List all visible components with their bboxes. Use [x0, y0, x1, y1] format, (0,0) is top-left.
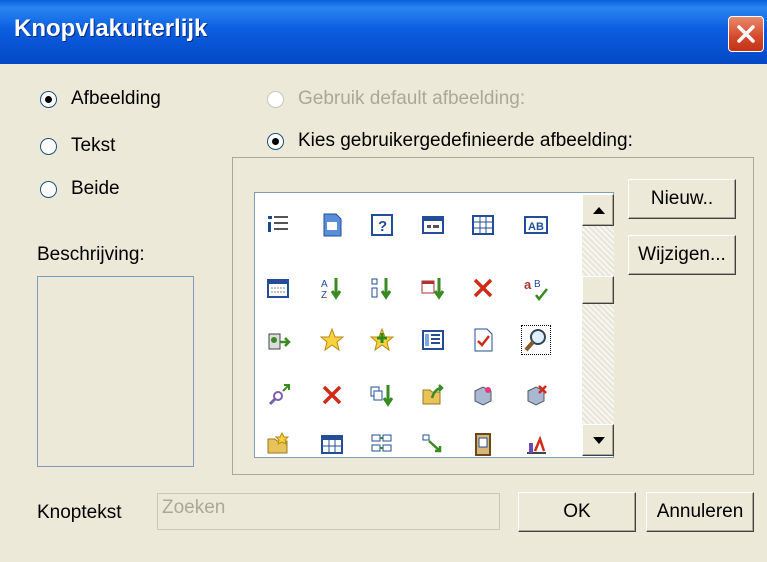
close-button[interactable]: [728, 16, 764, 52]
radio-beide[interactable]: Beide: [40, 178, 120, 200]
icon-picker[interactable]: ? AB A Za B: [254, 192, 614, 458]
dialog-window: Knopvlakuiterlijk Afbeelding Tekst Beide…: [0, 0, 767, 562]
vertical-scrollbar[interactable]: [582, 194, 614, 456]
svg-text:A: A: [321, 279, 328, 290]
open-folder-icon[interactable]: [420, 382, 446, 408]
beschrijving-label: Beschrijving:: [37, 244, 145, 265]
help-icon[interactable]: ?: [369, 212, 395, 238]
knoptekst-label: Knoptekst: [37, 502, 122, 523]
form-icon[interactable]: [420, 212, 446, 238]
sort-az-icon[interactable]: AZ: [319, 275, 345, 301]
star-icon[interactable]: [319, 327, 345, 353]
radio-label: Gebruik default afbeelding:: [298, 88, 526, 109]
door-icon[interactable]: [470, 431, 496, 457]
cube-icon[interactable]: [470, 382, 496, 408]
textbox-icon[interactable]: AB: [523, 212, 549, 238]
scroll-thumb[interactable]: [582, 276, 614, 304]
radio-dot: [40, 137, 57, 155]
delete-icon[interactable]: [470, 275, 496, 301]
checked-document-icon[interactable]: [470, 327, 496, 353]
svg-text:Z: Z: [321, 290, 327, 301]
radio-label: Afbeelding: [71, 88, 161, 109]
grid-icon[interactable]: [470, 212, 496, 238]
export-icon[interactable]: [265, 327, 291, 353]
cube-delete-icon[interactable]: [523, 382, 549, 408]
radio-label: Beide: [71, 178, 120, 199]
svg-text:B: B: [534, 279, 541, 290]
table-icon[interactable]: [319, 431, 345, 457]
arrow-up-icon: [593, 207, 605, 214]
window-title: Knopvlakuiterlijk: [14, 15, 208, 42]
title-bar[interactable]: Knopvlakuiterlijk: [0, 0, 767, 64]
sort-descending-icon[interactable]: [369, 275, 395, 301]
move-icon[interactable]: [369, 431, 395, 457]
search-icon[interactable]: [521, 325, 551, 355]
radio-dot: [267, 90, 284, 108]
wijzigen-button[interactable]: Wijzigen...: [628, 235, 736, 275]
radio-custom-afbeelding[interactable]: Kies gebruikergedefinieerde afbeelding:: [267, 130, 633, 152]
scroll-up-button[interactable]: [582, 194, 614, 226]
svg-text:AB: AB: [528, 221, 544, 233]
folder-star-icon[interactable]: [265, 431, 291, 457]
beschrijving-box: [37, 276, 194, 467]
radio-label: Tekst: [71, 135, 116, 156]
delete-icon[interactable]: [319, 382, 345, 408]
link-icon[interactable]: [265, 382, 291, 408]
spelling-icon[interactable]: aB: [523, 275, 549, 302]
nieuw-button[interactable]: Nieuw..: [628, 179, 736, 219]
arrow-down-icon: [593, 437, 605, 444]
radio-dot: [267, 132, 284, 150]
indent-icon[interactable]: [265, 212, 291, 238]
list-view-icon[interactable]: [420, 327, 446, 353]
chart-icon[interactable]: [523, 431, 549, 457]
radio-tekst[interactable]: Tekst: [40, 135, 115, 157]
copy-sort-icon[interactable]: [369, 382, 395, 408]
radio-dot: [40, 90, 57, 108]
star-add-icon[interactable]: [369, 327, 395, 353]
date-sort-icon[interactable]: [420, 275, 446, 301]
svg-text:?: ?: [378, 218, 387, 235]
close-icon: [737, 25, 755, 43]
arrow-sort-icon[interactable]: [420, 431, 446, 457]
calendar-icon[interactable]: [265, 275, 291, 301]
radio-dot: [40, 180, 57, 198]
annuleren-button[interactable]: Annuleren: [646, 492, 754, 532]
document-icon[interactable]: [319, 212, 345, 238]
ok-button[interactable]: OK: [518, 492, 636, 532]
radio-default-afbeelding[interactable]: Gebruik default afbeelding:: [267, 88, 525, 110]
radio-label: Kies gebruikergedefinieerde afbeelding:: [298, 130, 633, 151]
radio-afbeelding[interactable]: Afbeelding: [40, 88, 161, 110]
knoptekst-input[interactable]: Zoeken: [157, 493, 500, 530]
scroll-down-button[interactable]: [582, 424, 614, 456]
svg-text:a: a: [524, 277, 532, 292]
